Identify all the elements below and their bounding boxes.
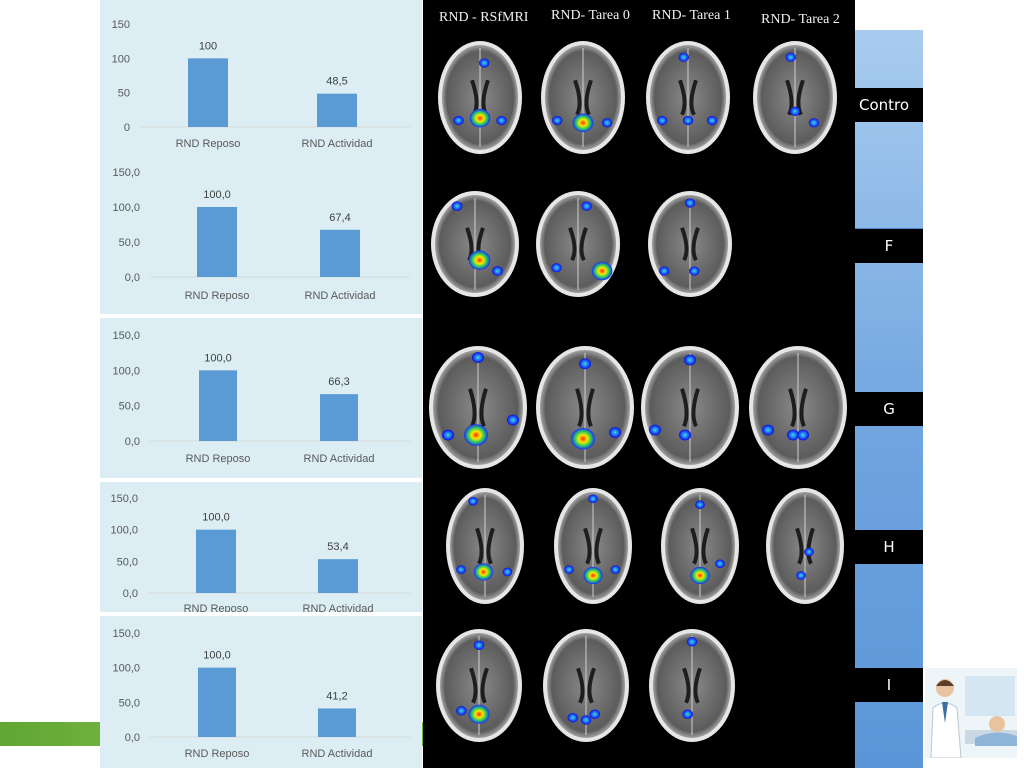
brain-slice-r5-c1	[435, 628, 523, 743]
bar-reposo	[196, 529, 236, 593]
chart-panel-3: 0,0 50,0 100,0 150,0 100,0 RND Reposo 66,3 RND …	[100, 318, 422, 478]
y-tick-label: 0	[124, 122, 130, 134]
bar-actividad	[318, 708, 356, 737]
brain-slice-r3-c1	[428, 345, 528, 470]
y-tick-label: 0,0	[125, 732, 140, 744]
category-label: RND Reposo	[184, 603, 249, 612]
brain-slice-r1-c3	[645, 40, 731, 155]
category-label: RND Reposo	[186, 453, 251, 465]
group-label-g: G	[855, 392, 923, 426]
bar-chart-1: 0 50 100 150 100 RND Reposo 48,5 RND Actividad	[112, 19, 410, 150]
group-label-f: F	[855, 229, 923, 263]
column-header-tarea-2: RND- Tarea 2	[761, 12, 840, 27]
chart-panel-4: 0,0 50,0 100,0 150,0 100,0 RND Reposo 53,4 RND …	[100, 482, 422, 612]
y-tick-label: 150	[112, 19, 130, 31]
y-tick-label: 100,0	[112, 365, 140, 377]
bar-chart-5: 0,0 50,0 100,0 150,0 100,0 RND Reposo 41,2 RND …	[112, 628, 410, 760]
category-label: RND Actividad	[303, 603, 374, 612]
data-label: 53,4	[327, 541, 348, 553]
data-label: 100,0	[204, 352, 232, 364]
brain-scan-grid: RND - RSfMRI RND- Tarea 0 RND- Tarea 1 R…	[423, 0, 855, 768]
column-header-rsfmri: RND - RSfMRI	[439, 10, 529, 25]
brain-slice-r1-c4	[752, 40, 838, 155]
brain-slice-r5-c3	[648, 628, 736, 743]
y-tick-label: 100	[112, 53, 130, 65]
brain-slice-r1-c1	[437, 40, 523, 155]
brain-slice-r3-c4	[748, 345, 848, 470]
category-label: RND Actividad	[305, 290, 376, 302]
brain-slice-r2-c3	[647, 190, 733, 298]
data-label: 66,3	[328, 376, 349, 388]
bar-actividad	[320, 394, 358, 441]
brain-slice-r2-c2	[535, 190, 621, 298]
brain-slice-r1-c2	[540, 40, 626, 155]
bar-actividad	[320, 229, 360, 277]
chart-panel-5: 0,0 50,0 100,0 150,0 100,0 RND Reposo 41,2 RND …	[100, 616, 422, 768]
chart-panel-2: 0,0 50,0 100,0 150,0 100,0 RND Reposo 67,4 RND …	[100, 162, 422, 314]
category-label: RND Actividad	[302, 748, 373, 760]
category-label: RND Actividad	[304, 453, 375, 465]
data-label: 41,2	[326, 690, 347, 702]
brain-slice-r2-c1	[430, 190, 520, 298]
data-label: 100	[199, 40, 217, 52]
bar-reposo	[199, 370, 237, 441]
bar-reposo	[188, 58, 228, 128]
brain-slice-r3-c3	[640, 345, 740, 470]
bar-chart-2: 0,0 50,0 100,0 150,0 100,0 RND Reposo 67,4 RND …	[112, 167, 410, 302]
brain-slice-r4-c4	[765, 487, 845, 605]
group-label-i: I	[855, 668, 923, 702]
y-tick-label: 50,0	[119, 401, 140, 413]
brain-slice-r3-c2	[535, 345, 635, 470]
y-tick-label: 150,0	[112, 330, 140, 342]
column-header-tarea-0: RND- Tarea 0	[551, 8, 630, 23]
doctor-patient-illustration	[925, 668, 1017, 759]
category-label: RND Reposo	[185, 290, 250, 302]
bar-actividad	[317, 93, 357, 127]
bar-actividad	[318, 559, 358, 593]
brain-slice-r4-c2	[553, 487, 633, 605]
bar-chart-4: 0,0 50,0 100,0 150,0 100,0 RND Reposo 53,4 RND …	[110, 493, 410, 612]
bar-reposo	[197, 207, 237, 277]
category-label: RND Reposo	[185, 748, 250, 760]
data-label: 100,0	[203, 189, 231, 201]
y-tick-label: 50,0	[119, 237, 140, 249]
column-header-tarea-1: RND- Tarea 1	[652, 8, 731, 23]
y-tick-label: 0,0	[125, 272, 140, 284]
y-tick-label: 50,0	[119, 697, 140, 709]
y-tick-label: 100,0	[112, 202, 140, 214]
category-label: RND Actividad	[302, 138, 373, 150]
group-label-control: Contro	[855, 88, 923, 122]
bar-reposo	[198, 667, 236, 737]
bar-chart-3: 0,0 50,0 100,0 150,0 100,0 RND Reposo 66,3 RND …	[112, 330, 410, 465]
data-label: 48,5	[326, 76, 347, 88]
y-tick-label: 100,0	[112, 663, 140, 675]
y-tick-label: 150,0	[112, 167, 140, 179]
group-label-h: H	[855, 530, 923, 564]
chart-panel-1: 0 50 100 150 100 RND Reposo 48,5 RND Actividad	[100, 0, 422, 162]
y-tick-label: 150,0	[110, 493, 138, 505]
y-tick-label: 150,0	[112, 628, 140, 640]
y-tick-label: 0,0	[125, 436, 140, 448]
data-label: 100,0	[202, 512, 230, 524]
brain-slice-r5-c2	[542, 628, 630, 743]
y-tick-label: 100,0	[110, 525, 138, 537]
data-label: 67,4	[329, 212, 350, 224]
brain-slice-r4-c3	[660, 487, 740, 605]
data-label: 100,0	[203, 650, 231, 662]
y-tick-label: 0,0	[123, 588, 138, 600]
y-tick-label: 50	[118, 88, 130, 100]
category-label: RND Reposo	[176, 138, 241, 150]
y-tick-label: 50,0	[117, 556, 138, 568]
brain-slice-r4-c1	[445, 487, 525, 605]
